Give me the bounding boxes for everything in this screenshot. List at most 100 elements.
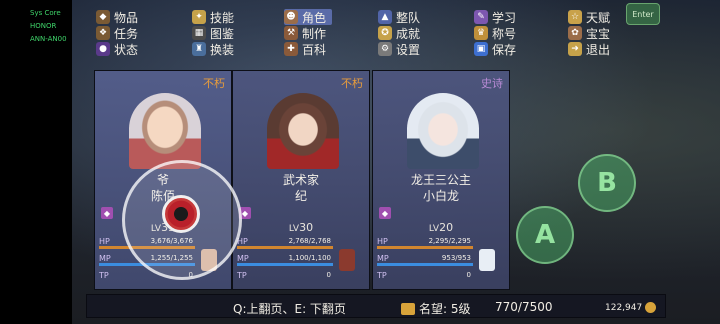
menu-item-label: 物品 bbox=[114, 10, 139, 25]
bag-icon: ◆ bbox=[96, 10, 110, 24]
menu-item-label: 换装 bbox=[210, 42, 235, 57]
mp-label: MP bbox=[99, 254, 111, 263]
level-display: LV30 bbox=[233, 221, 369, 234]
element-icon: ◆ bbox=[101, 207, 113, 219]
level-prefix: LV bbox=[428, 224, 440, 234]
menu-item-label: 成就 bbox=[396, 26, 421, 41]
menu-item-label: 天赋 bbox=[586, 10, 611, 25]
character-name: 小白龙 bbox=[422, 189, 459, 203]
menu-item-label: 称号 bbox=[492, 26, 517, 41]
codex-icon: ▦ bbox=[192, 26, 206, 40]
skill-icon: ✦ bbox=[192, 10, 206, 24]
corner-button[interactable]: Enter bbox=[626, 3, 660, 25]
mp-value: 1,100/1,100 bbox=[288, 254, 331, 262]
menu-item-label: 设置 bbox=[396, 42, 421, 57]
menu-item-achievements[interactable]: ✪ 成就 bbox=[378, 25, 420, 41]
character-icon: ☻ bbox=[284, 10, 298, 24]
rank-badge: 史诗 bbox=[481, 77, 503, 90]
character-portrait bbox=[407, 93, 479, 169]
bottom-info-bar: Q:上翻页、E: 下翻页 名望: 5级 770/7500 122,947 bbox=[86, 294, 666, 318]
mp-label: MP bbox=[237, 254, 249, 263]
menu-item-codex[interactable]: ▦ 图鉴 bbox=[192, 25, 234, 41]
menu-item-label: 技能 bbox=[210, 10, 235, 25]
tp-label: TP bbox=[237, 271, 247, 280]
outfit-icon: ♜ bbox=[192, 42, 206, 56]
element-icon: ◆ bbox=[379, 207, 391, 219]
menu-item-team[interactable]: ▲ 整队 bbox=[378, 9, 420, 25]
character-card-3[interactable]: 史诗 龙王三公主 小白龙 ◆ LV20 HP 2,295/2,295 MP 953/… bbox=[372, 70, 510, 290]
menu-item-pet[interactable]: ✿ 宝宝 bbox=[568, 25, 610, 41]
menu-item-label: 学习 bbox=[492, 10, 517, 25]
exit-icon: ➜ bbox=[568, 42, 582, 56]
mp-bar: MP 953/953 bbox=[377, 254, 473, 266]
team-icon: ▲ bbox=[378, 10, 392, 24]
menu-item-exit[interactable]: ➜ 退出 bbox=[568, 41, 610, 57]
fame-display: 名望: 5级 bbox=[401, 300, 471, 317]
system-line-3: ANN-AN00 bbox=[30, 35, 67, 43]
menu-item-label: 角色 bbox=[302, 10, 327, 25]
menu-item-save[interactable]: ▣ 保存 bbox=[474, 41, 516, 57]
hp-label: HP bbox=[377, 237, 388, 246]
menu-item-study[interactable]: ✎ 学习 bbox=[474, 9, 516, 25]
menu-item-skills[interactable]: ✦ 技能 bbox=[192, 9, 234, 25]
menu-item-status[interactable]: ● 状态 bbox=[96, 41, 138, 57]
menu-item-character[interactable]: ☻ 角色 bbox=[284, 9, 333, 25]
joystick-knob[interactable] bbox=[162, 195, 200, 233]
level-value: 20 bbox=[439, 221, 454, 234]
mp-bar: MP 1,100/1,100 bbox=[237, 254, 333, 266]
rank-badge: 不朽 bbox=[341, 77, 363, 90]
system-line-2: HONOR bbox=[30, 22, 57, 30]
crown-icon bbox=[401, 302, 415, 315]
tp-value: 0 bbox=[466, 271, 471, 279]
menu-item-titles[interactable]: ♛ 称号 bbox=[474, 25, 516, 41]
menu-item-label: 百科 bbox=[302, 42, 327, 57]
gold-value: 122,947 bbox=[605, 302, 643, 313]
fame-label: 名望: 5级 bbox=[419, 302, 471, 316]
save-icon: ▣ bbox=[474, 42, 488, 56]
menu-item-label: 宝宝 bbox=[586, 26, 611, 41]
talent-icon: ☆ bbox=[568, 10, 582, 24]
menu-item-encyclopedia[interactable]: ✚ 百科 bbox=[284, 41, 326, 57]
menu-item-label: 退出 bbox=[586, 42, 611, 57]
b-button[interactable]: B bbox=[578, 154, 636, 212]
menu-item-items[interactable]: ◆ 物品 bbox=[96, 9, 138, 25]
main-menu: ◆ 物品 ✦ 技能 ☻ 角色 ▲ 整队 ✎ 学习 ☆ 天赋 ❖ 任务 ▦ 图鉴 ⚒ 制作 ✪ 成就 … bbox=[86, 6, 646, 58]
character-sprite bbox=[339, 249, 355, 271]
hp-label: HP bbox=[99, 237, 110, 246]
system-line-1: Sys Core bbox=[30, 9, 61, 17]
quest-icon: ❖ bbox=[96, 26, 110, 40]
menu-item-outfit[interactable]: ♜ 换装 bbox=[192, 41, 234, 57]
tp-value: 0 bbox=[326, 271, 331, 279]
menu-item-talent[interactable]: ☆ 天赋 bbox=[568, 9, 610, 25]
study-icon: ✎ bbox=[474, 10, 488, 24]
tp-bar: TP 0 bbox=[237, 271, 333, 283]
achievement-icon: ✪ bbox=[378, 26, 392, 40]
level-prefix: LV bbox=[288, 224, 300, 234]
character-title: 龙王三公主 bbox=[410, 173, 471, 187]
character-title: 武术家 bbox=[282, 173, 319, 187]
a-button[interactable]: A bbox=[516, 206, 574, 264]
hp-value: 2,768/2,768 bbox=[288, 237, 331, 245]
character-portrait bbox=[129, 93, 201, 169]
tp-label: TP bbox=[99, 271, 109, 280]
menu-item-quests[interactable]: ❖ 任务 bbox=[96, 25, 138, 41]
menu-item-craft[interactable]: ⚒ 制作 bbox=[284, 25, 326, 41]
menu-item-label: 制作 bbox=[302, 26, 327, 41]
hp-bar: HP 2,768/2,768 bbox=[237, 237, 333, 249]
menu-item-label: 保存 bbox=[492, 42, 517, 57]
craft-icon: ⚒ bbox=[284, 26, 298, 40]
menu-item-settings[interactable]: ⚙ 设置 bbox=[378, 41, 420, 57]
menu-item-label: 状态 bbox=[114, 42, 139, 57]
system-status-bar: Sys Core HONOR ANN-AN00 bbox=[0, 0, 72, 324]
hp-bar: HP 2,295/2,295 bbox=[377, 237, 473, 249]
tp-bar: TP 0 bbox=[377, 271, 473, 283]
level-value: 30 bbox=[299, 221, 314, 234]
fame-progress: 770/7500 bbox=[495, 300, 553, 314]
pet-icon: ✿ bbox=[568, 26, 582, 40]
mp-label: MP bbox=[377, 254, 389, 263]
encyclopedia-icon: ✚ bbox=[284, 42, 298, 56]
mp-value: 953/953 bbox=[441, 254, 471, 262]
gold-display: 122,947 bbox=[605, 302, 657, 313]
coin-icon bbox=[645, 302, 657, 313]
character-card-2[interactable]: 不朽 武术家 纪 ◆ LV30 HP 2,768/2,768 MP 1,100/1,… bbox=[232, 70, 370, 290]
